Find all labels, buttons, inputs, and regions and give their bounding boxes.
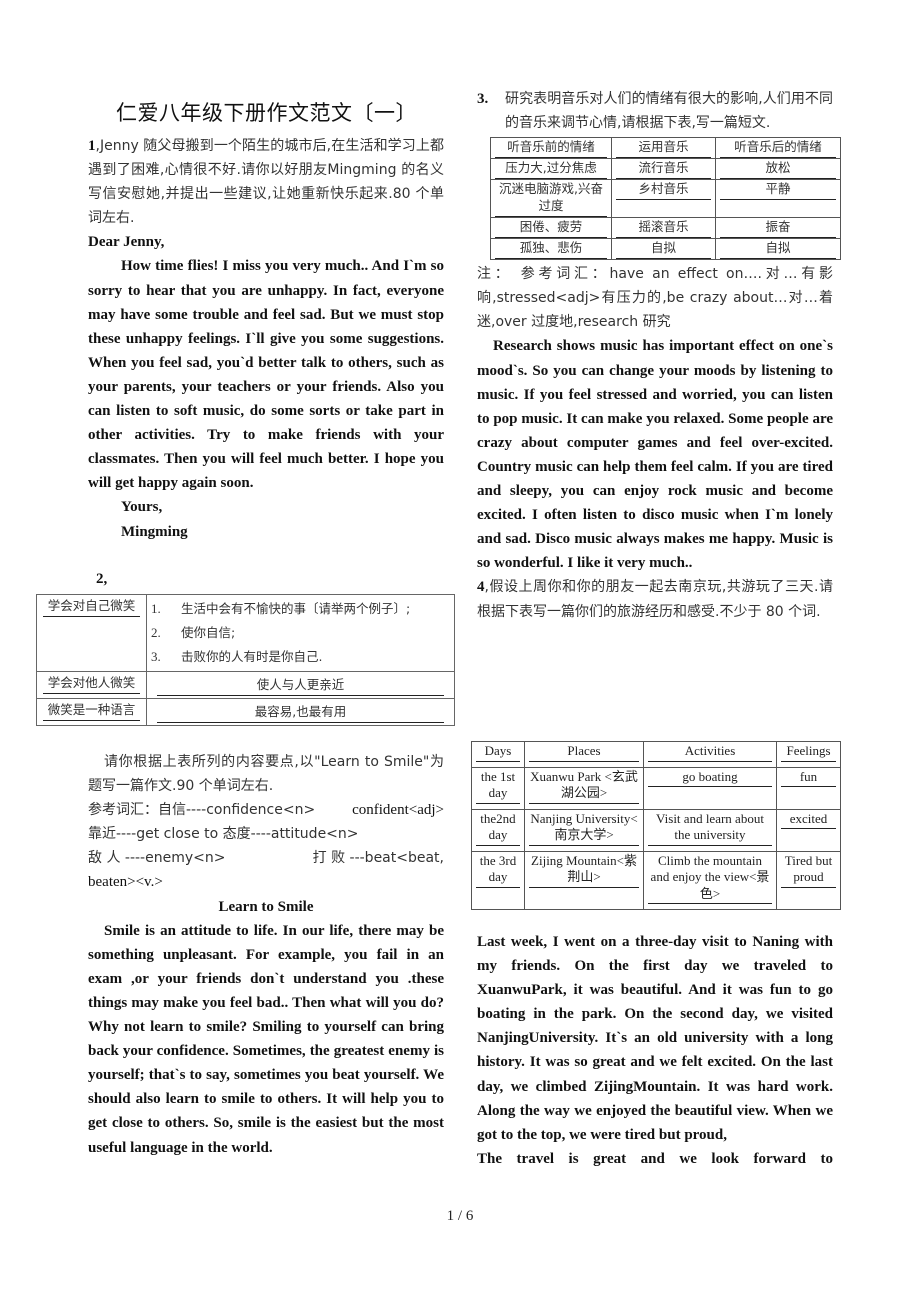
table-row: 微笑是一种语言 最容易,也最有用: [36, 698, 455, 726]
task2-vocab-line: 靠近----get close to 态度----attitude<n>: [88, 826, 359, 843]
task4-number: 4: [477, 579, 485, 596]
table-row: the2nd day Nanjing University<南京大学> Visi…: [471, 808, 841, 852]
right-column: 3. 研究表明音乐对人们的情绪有很大的影响,人们用不同的音乐来调节心情,请根据下…: [477, 87, 841, 624]
table-header-row: 听音乐前的情绪 运用音乐 听音乐后的情绪: [490, 137, 841, 160]
table-header-row: Days Places Activities Feelings: [471, 741, 841, 768]
task4-prompt: 4,假设上周你和你的朋友一起去南京玩,共游玩了三天.请根据下表写一篇你们的旅游经…: [477, 579, 833, 620]
task1-prompt: 1,Jenny 随父母搬到一个陌生的城市后,在生活和学习上都遇到了困难,心情很不…: [88, 138, 444, 227]
table-cell-label: 学会对自己微笑: [36, 594, 147, 672]
table-cell-content: 使人与人更亲近: [146, 671, 455, 699]
table-row: 困倦、疲劳 摇滚音乐 振奋: [490, 217, 841, 240]
table-row: 孤独、悲伤 自拟 自拟: [490, 238, 841, 261]
task3-vocab-note: 注： 参考词汇：have an effect on….对…有影响,stresse…: [477, 266, 833, 331]
task2-vocab-line: beaten><v.>: [88, 874, 163, 891]
task2-prompt: 请你根据上表所列的内容要点,以"Learn to Smile"为题写一篇作文.9…: [88, 754, 444, 795]
task1-closing: Yours,: [121, 499, 163, 516]
task4-travel-table: Days Places Activities Feelings the 1st …: [471, 741, 841, 910]
table-cell-label: 微笑是一种语言: [36, 698, 147, 726]
task3-music-table: 听音乐前的情绪 运用音乐 听音乐后的情绪 压力大,过分焦虑 流行音乐 放松 沉迷…: [490, 137, 841, 261]
table-row: the 1st day Xuanwu Park <玄武湖公园> go boati…: [471, 766, 841, 810]
list-item: 1. 生活中会有不愉快的事〔请举两个例子〕;: [151, 601, 411, 616]
task3-essay: Research shows music has important effec…: [477, 338, 833, 572]
task4-essay: Last week, I went on a three-day visit t…: [477, 934, 833, 1143]
left-column: 仁爱八年级下册作文范文〔一〕 1,Jenny 随父母搬到一个陌生的城市后,在生活…: [88, 92, 444, 544]
task1-salutation: Dear Jenny,: [88, 234, 165, 251]
document-page: 仁爱八年级下册作文范文〔一〕 1,Jenny 随父母搬到一个陌生的城市后,在生活…: [0, 0, 920, 1302]
task1-signature: Mingming: [121, 523, 188, 540]
task2-vocab-line: 敌 人 ----enemy<n> 打 败 ---beat<beat,: [88, 850, 444, 867]
table-cell-content: 1. 生活中会有不愉快的事〔请举两个例子〕; 2. 使你自信; 3. 击败你的人有时是…: [146, 594, 455, 672]
task2-essay-title: Learn to Smile: [218, 898, 314, 915]
table-row: the 3rd day Zijing Mountain<紫荆山> Climb t…: [471, 850, 841, 910]
task2-vocab-line: 参考词汇：自信----confidence<n> confident<adj>: [88, 802, 444, 819]
numbered-list: 1. 生活中会有不愉快的事〔请举两个例子〕; 2. 使你自信; 3. 击败你的人有时是…: [151, 597, 450, 669]
task1-number: 1: [88, 138, 96, 154]
task4-essay-continued: The travel is great and we look forward …: [477, 1150, 833, 1167]
table-row: 压力大,过分焦虑 流行音乐 放松: [490, 158, 841, 181]
table-row: 沉迷电脑游戏,兴奋过度 乡村音乐 平静: [490, 179, 841, 219]
task2-essay: Smile is an attitude to life. In our lif…: [88, 922, 444, 1156]
table-row: 学会对他人微笑 使人与人更亲近: [36, 671, 455, 699]
table-cell-label: 学会对他人微笑: [36, 671, 147, 699]
task2-section: 请你根据上表所列的内容要点,以"Learn to Smile"为题写一篇作文.9…: [88, 750, 444, 1160]
task2-outline-table: 学会对自己微笑 1. 生活中会有不愉快的事〔请举两个例子〕; 2. 使你自信; 3.…: [36, 594, 455, 726]
page-title: 仁爱八年级下册作文范文〔一〕: [116, 101, 417, 125]
task3-prompt: 3. 研究表明音乐对人们的情绪有很大的影响,人们用不同的音乐来调节心情,请根据下…: [477, 87, 833, 135]
list-item: 3. 击败你的人有时是你自己.: [151, 649, 323, 664]
task2-number: 2,: [96, 571, 108, 587]
task3-number: 3.: [477, 91, 489, 107]
table-cell-content: 最容易,也最有用: [146, 698, 455, 726]
page-indicator: 1 / 6: [446, 1208, 474, 1224]
task1-letter-body: How time flies! I miss you very much.. A…: [88, 258, 444, 492]
list-item: 2. 使你自信;: [151, 625, 236, 640]
table-row: 学会对自己微笑 1. 生活中会有不愉快的事〔请举两个例子〕; 2. 使你自信; 3.…: [36, 594, 455, 672]
task4-essay-section: Last week, I went on a three-day visit t…: [477, 930, 833, 1171]
